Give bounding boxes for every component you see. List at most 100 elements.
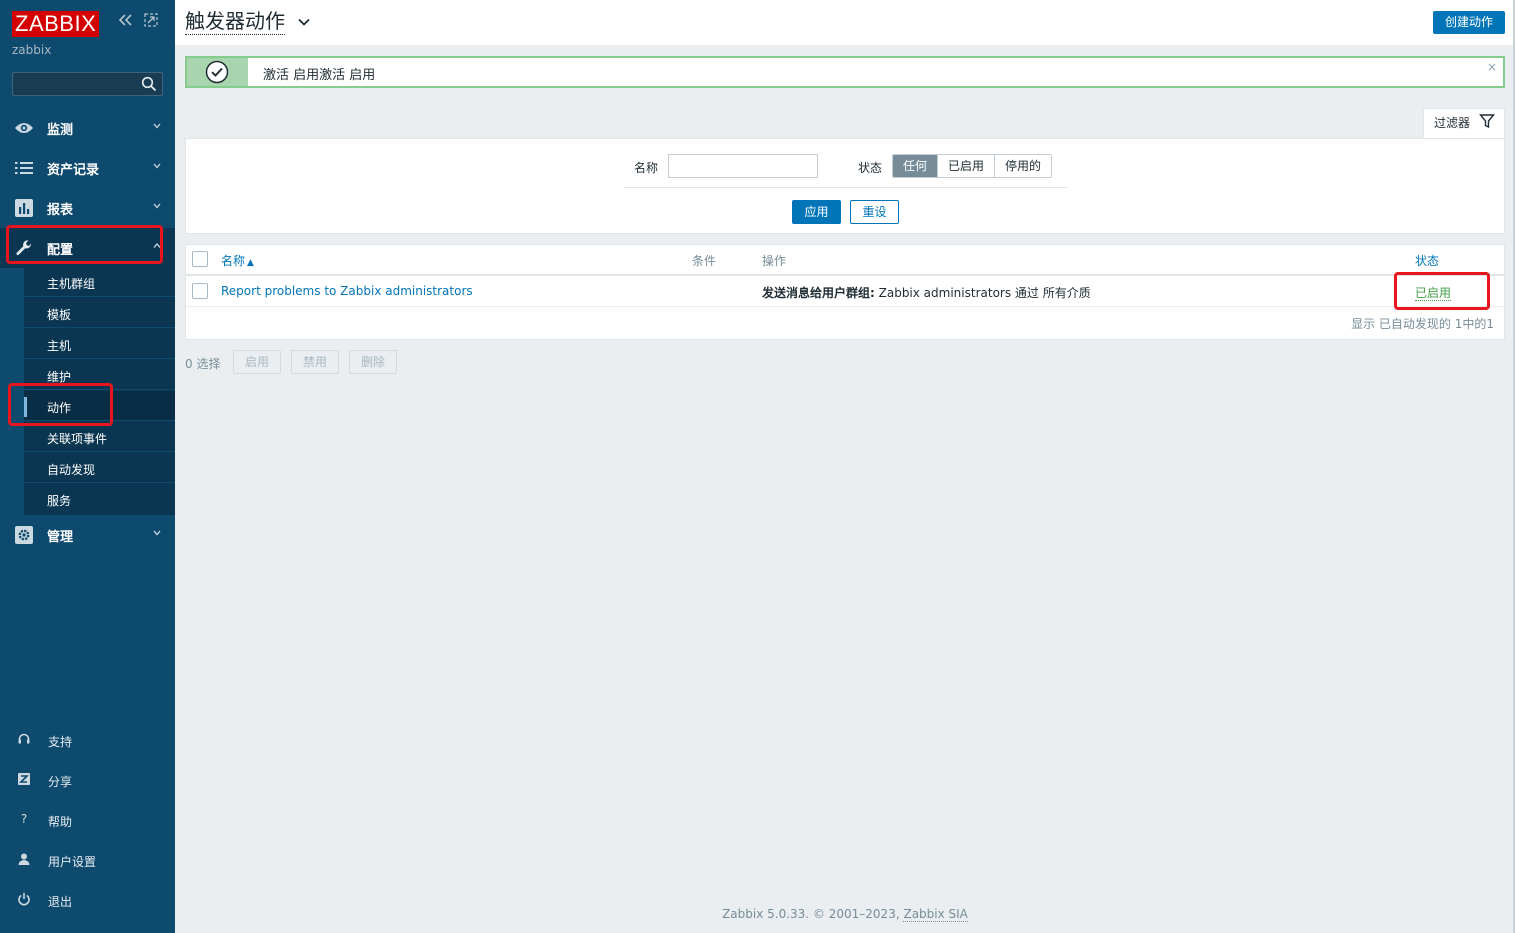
action-name-link[interactable]: Report problems to Zabbix administrators [221, 284, 473, 298]
svg-text:?: ? [21, 812, 27, 826]
sidebar-sign-out-label: 退出 [48, 895, 73, 909]
nav-label: 报表 [47, 202, 74, 218]
reset-button[interactable]: 重设 [850, 200, 899, 224]
sidebar-support-label: 支持 [48, 735, 73, 749]
submenu-hosts[interactable]: 主机 [24, 329, 175, 359]
status-segmented-control: 任何 已启用 停用的 [892, 154, 1053, 178]
operation-detail: Zabbix administrators 通过 所有介质 [874, 286, 1091, 300]
submenu-label: 服务 [47, 494, 72, 508]
selected-count: 0 选择 [185, 357, 221, 371]
message-text: 激活 启用激活 启用 [263, 68, 376, 83]
page-header: 触发器动作 创建动作 [175, 0, 1515, 45]
sidebar-user-settings-label: 用户设置 [48, 855, 97, 869]
success-message: 激活 启用激活 启用 × [185, 56, 1505, 88]
column-header-operations: 操作 [762, 254, 787, 268]
status-option-disabled[interactable]: 停用的 [995, 155, 1052, 177]
sidebar-share-label: 分享 [48, 775, 73, 789]
bar-chart-icon [14, 199, 34, 217]
sidebar-sign-out[interactable]: 退出 [0, 885, 175, 915]
server-name: zabbix [12, 43, 52, 57]
apply-button[interactable]: 应用 [792, 200, 841, 224]
eye-icon [14, 119, 34, 137]
mass-enable-button[interactable]: 启用 [233, 350, 281, 374]
submenu-host-groups[interactable]: 主机群组 [24, 267, 175, 297]
actions-table: 名称 ▲ 条件 操作 状态 Report problems to Zabbix a… [185, 244, 1505, 340]
submenu-label: 关联项事件 [47, 432, 108, 446]
mass-delete-button[interactable]: 删除 [349, 350, 397, 374]
page-title[interactable]: 触发器动作 [185, 8, 285, 35]
sidebar: ZABBIX zabbix 监测 资产记录 报表 配置 主机群组 模板 主机 维… [0, 0, 175, 933]
filter-status-label: 状态 [858, 161, 883, 175]
filter-panel: 名称 状态 任何 已启用 停用的 应用 重设 [185, 138, 1505, 234]
submenu-label: 自动发现 [47, 463, 96, 477]
filter-tab[interactable]: 过滤器 [1423, 108, 1505, 139]
check-circle-icon [205, 60, 229, 84]
highlight-box-actions [8, 383, 113, 426]
sort-asc-icon: ▲ [247, 258, 254, 268]
sidebar-share[interactable]: 分享 [0, 765, 175, 795]
submenu-templates[interactable]: 模板 [24, 298, 175, 328]
column-header-name-label: 名称 [221, 254, 246, 268]
filter-divider [624, 187, 1068, 188]
collapse-sidebar-icon[interactable] [118, 12, 134, 31]
row-checkbox[interactable] [192, 283, 208, 299]
logo-row: ZABBIX [12, 11, 100, 37]
share-z-icon [16, 772, 32, 788]
submenu-label: 模板 [47, 308, 72, 322]
column-header-name[interactable]: 名称 ▲ [221, 252, 254, 269]
submenu-label: 主机群组 [47, 277, 96, 291]
chevron-down-icon [153, 203, 161, 209]
filter-name-label: 名称 [634, 161, 659, 175]
filter-name-input[interactable] [668, 154, 818, 178]
sidebar-user-settings[interactable]: 用户设置 [0, 845, 175, 875]
chevron-down-icon [153, 530, 161, 536]
nav-reports[interactable]: 报表 [0, 188, 175, 228]
column-header-conditions: 条件 [692, 254, 717, 268]
search-input[interactable] [12, 72, 163, 96]
nav-administration[interactable]: 管理 [0, 515, 175, 555]
submenu-label: 主机 [47, 339, 72, 353]
chevron-down-icon [153, 123, 161, 129]
help-icon: ? [16, 812, 32, 828]
select-all-checkbox[interactable] [192, 251, 208, 267]
submenu-services[interactable]: 服务 [24, 484, 175, 514]
filter-tab-label: 过滤器 [1434, 116, 1471, 130]
power-icon [16, 892, 32, 908]
nav-label: 管理 [47, 529, 74, 545]
operation-type: 发送消息给用户群组: [762, 286, 875, 300]
zabbix-logo[interactable]: ZABBIX [12, 11, 100, 37]
footer-link[interactable]: Zabbix SIA [903, 907, 968, 922]
footer-text: Zabbix 5.0.33. © 2001–2023, [722, 907, 904, 921]
table-footer-info: 显示 已自动发现的 1中的1 [1351, 317, 1494, 331]
column-header-status[interactable]: 状态 [1415, 252, 1439, 269]
submenu-event-correlation[interactable]: 关联项事件 [24, 422, 175, 452]
row-divider [186, 306, 1504, 307]
nav-label: 资产记录 [47, 162, 100, 178]
sidebar-support[interactable]: 支持 [0, 725, 175, 755]
headset-icon [16, 732, 32, 748]
highlight-box-status [1394, 272, 1490, 310]
search-icon[interactable] [141, 76, 157, 92]
sidebar-help-label: 帮助 [48, 815, 73, 829]
chevron-down-icon [153, 163, 161, 169]
nav-label: 监测 [47, 122, 74, 138]
sidebar-help[interactable]: ? 帮助 [0, 805, 175, 835]
page-footer: Zabbix 5.0.33. © 2001–2023, Zabbix SIA [175, 907, 1515, 922]
header-divider [186, 274, 1504, 276]
filter-icon [1479, 114, 1495, 129]
status-option-any[interactable]: 任何 [893, 155, 939, 177]
kiosk-mode-icon[interactable] [144, 12, 158, 31]
create-action-button[interactable]: 创建动作 [1433, 11, 1505, 34]
list-icon [14, 159, 34, 177]
nav-monitoring[interactable]: 监测 [0, 108, 175, 148]
nav-inventory[interactable]: 资产记录 [0, 148, 175, 188]
submenu-discovery[interactable]: 自动发现 [24, 453, 175, 483]
close-icon[interactable]: × [1487, 60, 1497, 74]
mass-disable-button[interactable]: 禁用 [291, 350, 339, 374]
action-operations: 发送消息给用户群组: Zabbix administrators 通过 所有介质 [762, 284, 1091, 301]
status-option-enabled[interactable]: 已启用 [938, 155, 996, 177]
gear-icon [14, 526, 34, 544]
message-icon-area [187, 58, 248, 86]
chevron-down-icon[interactable] [298, 18, 310, 26]
user-icon [16, 852, 32, 868]
